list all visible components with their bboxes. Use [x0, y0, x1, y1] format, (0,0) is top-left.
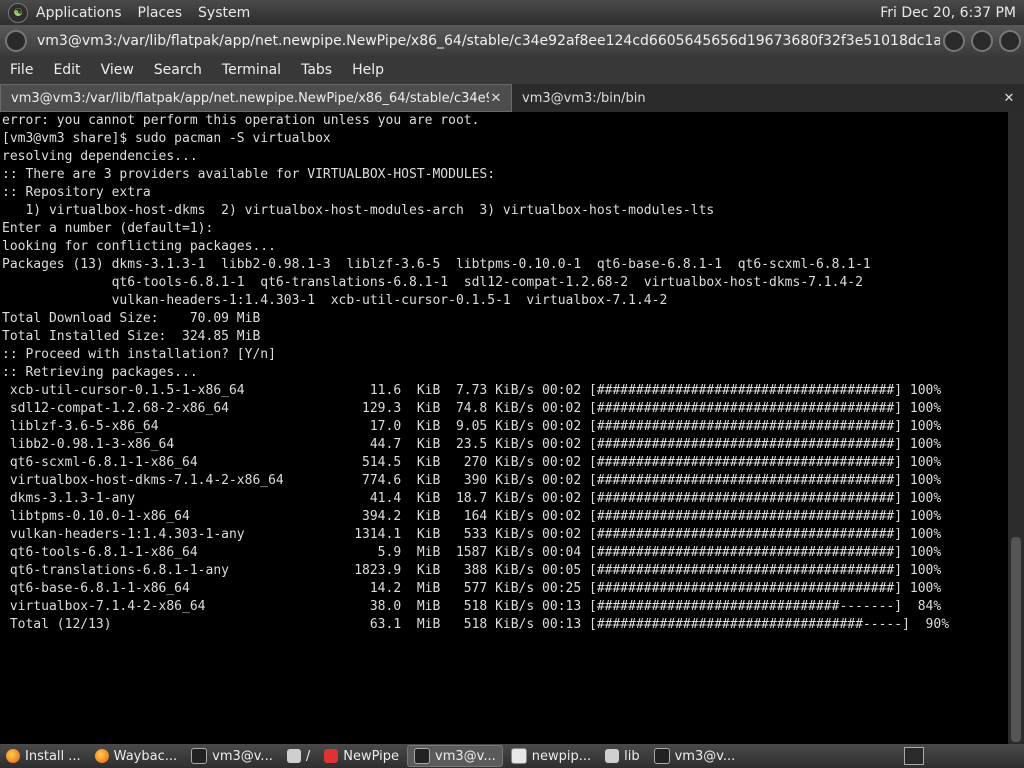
terminal-line: Enter a number (default=1):: [2, 221, 214, 236]
distro-logo-icon[interactable]: ☯: [8, 2, 28, 23]
taskbar-item-label: vm3@v...: [212, 748, 273, 764]
firefox-icon: [94, 749, 109, 763]
clock-text: Fri Dec 20, 6:37 PM: [880, 4, 1016, 21]
menu-view[interactable]: View: [91, 62, 144, 78]
tab-bar: vm3@vm3:/var/lib/flatpak/app/net.newpipe…: [0, 84, 1024, 112]
scrollbar-thumb[interactable]: [1011, 537, 1021, 742]
terminal-line: :: Repository extra: [2, 185, 151, 200]
terminal-line: error: you cannot perform this operation…: [2, 113, 480, 128]
terminal-line: xcb-util-cursor-0.1.5-1-x86_64 11.6 KiB …: [2, 383, 942, 398]
tab-label: vm3@vm3:/bin/bin: [522, 90, 646, 106]
terminal-scrollbar[interactable]: [1008, 112, 1024, 744]
maximize-button[interactable]: [971, 29, 993, 52]
tab-bin-dir[interactable]: vm3@vm3:/bin/bin ✕: [512, 84, 1024, 112]
terminal-line: vulkan-headers-1:1.4.303-1-any 1314.1 Ki…: [2, 527, 942, 542]
terminal-line: libb2-0.98.1-3-x86_64 44.7 KiB 23.5 KiB/…: [2, 437, 942, 452]
taskbar-item[interactable]: NewPipe: [318, 746, 405, 766]
taskbar-item-label: NewPipe: [343, 748, 400, 764]
show-desktop-icon[interactable]: [904, 747, 924, 765]
terminal-line: qt6-tools-6.8.1-1 qt6-translations-6.8.1…: [2, 275, 863, 290]
terminal-line: dkms-3.1.3-1-any 41.4 KiB 18.7 KiB/s 00:…: [2, 491, 942, 506]
terminal-line: qt6-tools-6.8.1-1-x86_64 5.9 MiB 1587 Ki…: [2, 545, 942, 560]
places-menu[interactable]: Places: [130, 5, 191, 21]
terminal-line: :: Retrieving packages...: [2, 365, 198, 380]
terminal-line: libtpms-0.10.0-1-x86_64 394.2 KiB 164 Ki…: [2, 509, 942, 524]
terminal-line: sdl12-compat-1.2.68-2-x86_64 129.3 KiB 7…: [2, 401, 942, 416]
taskbar-item-active[interactable]: vm3@v...: [407, 745, 503, 767]
tab-close-icon[interactable]: ✕: [1002, 91, 1016, 106]
window-title: vm3@vm3:/var/lib/flatpak/app/net.newpipe…: [37, 32, 940, 49]
taskbar-item[interactable]: vm3@v...: [185, 746, 279, 766]
terminal-line: :: There are 3 providers available for V…: [2, 167, 496, 182]
menu-help[interactable]: Help: [342, 62, 394, 78]
terminal-line: virtualbox-host-dkms-7.1.4-2-x86_64 774.…: [2, 473, 942, 488]
system-menu[interactable]: System: [190, 5, 258, 21]
taskbar-item-label: newpip...: [531, 748, 592, 764]
terminal-line: liblzf-3.6-5-x86_64 17.0 KiB 9.05 KiB/s …: [2, 419, 942, 434]
clock[interactable]: Fri Dec 20, 6:37 PM: [880, 5, 1024, 21]
terminal-line: looking for conflicting packages...: [2, 239, 276, 254]
terminal-line: qt6-base-6.8.1-1-x86_64 14.2 MiB 577 KiB…: [2, 581, 942, 596]
taskbar-item[interactable]: Waybac...: [89, 746, 183, 766]
taskbar-item-label: /: [305, 748, 311, 764]
terminal-line: Total Download Size: 70.09 MiB: [2, 311, 261, 326]
text-editor-icon: [510, 748, 527, 764]
bottom-taskbar: Install ... Waybac... vm3@v... / NewPipe…: [0, 744, 1024, 768]
minimize-button[interactable]: [943, 29, 965, 52]
taskbar-item[interactable]: Install ...: [0, 746, 87, 766]
menu-search[interactable]: Search: [144, 62, 212, 78]
taskbar-item-label: Waybac...: [113, 748, 178, 764]
terminal-icon: [191, 748, 208, 764]
terminal-line: [vm3@vm3 share]$ sudo pacman -S virtualb…: [2, 131, 331, 146]
taskbar-item[interactable]: /: [281, 746, 316, 766]
terminal-output[interactable]: error: you cannot perform this operation…: [0, 112, 1008, 744]
terminal-line: :: Proceed with installation? [Y/n]: [2, 347, 276, 362]
menu-terminal[interactable]: Terminal: [212, 62, 291, 78]
terminal-line: vulkan-headers-1:1.4.303-1 xcb-util-curs…: [2, 293, 668, 308]
terminal-line: Total (12/13) 63.1 MiB 518 KiB/s 00:13 […: [2, 617, 950, 632]
taskbar-item[interactable]: newpip...: [505, 746, 597, 766]
taskbar-item-label: vm3@v...: [674, 748, 736, 764]
taskbar-item-label: vm3@v...: [435, 748, 496, 764]
terminal-line: 1) virtualbox-host-dkms 2) virtualbox-ho…: [2, 203, 715, 218]
folder-icon: [605, 749, 620, 763]
taskbar-item[interactable]: lib: [599, 746, 645, 766]
folder-icon: [286, 749, 301, 763]
terminal-line: Total Installed Size: 324.85 MiB: [2, 329, 261, 344]
taskbar-item-label: Install ...: [25, 748, 81, 764]
taskbar-item[interactable]: vm3@v...: [648, 746, 742, 766]
terminal-icon: [414, 748, 431, 764]
tab-newpipe-dir[interactable]: vm3@vm3:/var/lib/flatpak/app/net.newpipe…: [0, 84, 512, 112]
terminal-line: Packages (13) dkms-3.1.3-1 libb2-0.98.1-…: [2, 257, 871, 272]
terminal-line: qt6-scxml-6.8.1-1-x86_64 514.5 KiB 270 K…: [2, 455, 942, 470]
firefox-icon: [6, 749, 20, 763]
tab-close-icon[interactable]: ✕: [489, 91, 503, 106]
menu-bar: File Edit View Search Terminal Tabs Help: [0, 56, 1024, 84]
menu-edit[interactable]: Edit: [43, 62, 90, 78]
newpipe-icon: [324, 749, 339, 763]
window-menu-icon[interactable]: [5, 29, 27, 52]
tab-label: vm3@vm3:/var/lib/flatpak/app/net.newpipe…: [11, 90, 489, 106]
top-panel: ☯ Applications Places System Fri Dec 20,…: [0, 0, 1024, 25]
applications-menu[interactable]: Applications: [28, 5, 130, 21]
menu-file[interactable]: File: [0, 62, 43, 78]
terminal-line: resolving dependencies...: [2, 149, 198, 164]
terminal-line: qt6-translations-6.8.1-1-any 1823.9 KiB …: [2, 563, 942, 578]
close-button[interactable]: [999, 29, 1021, 52]
menu-tabs[interactable]: Tabs: [291, 62, 342, 78]
terminal-line: virtualbox-7.1.4-2-x86_64 38.0 MiB 518 K…: [2, 599, 942, 614]
window-titlebar[interactable]: vm3@vm3:/var/lib/flatpak/app/net.newpipe…: [0, 25, 1024, 56]
taskbar-item-label: lib: [624, 748, 640, 764]
terminal-icon: [653, 748, 670, 764]
